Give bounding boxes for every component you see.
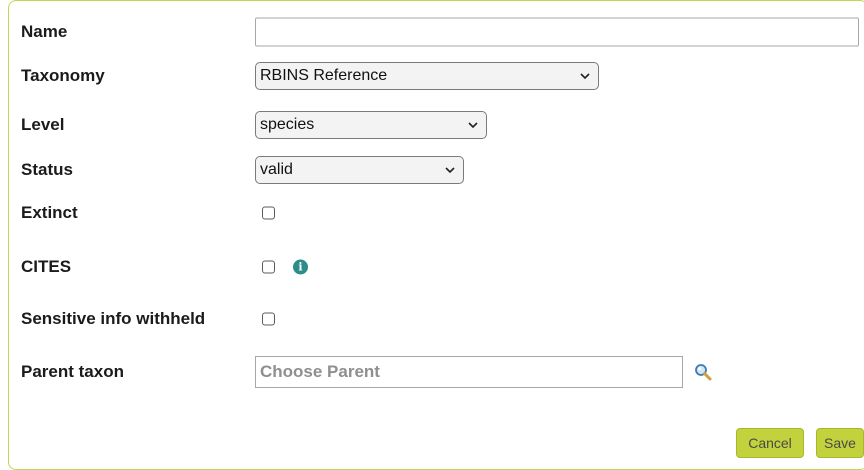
parent-taxon-label: Parent taxon <box>21 362 124 381</box>
magnifier-icon[interactable] <box>694 363 712 381</box>
row-level: Level species <box>0 108 864 142</box>
taxonomy-label: Taxonomy <box>21 66 105 85</box>
name-field-wrap <box>255 17 859 47</box>
chevron-down-icon <box>445 167 455 174</box>
name-label: Name <box>21 22 68 41</box>
status-selected-value: valid <box>260 161 293 178</box>
taxonomy-field-wrap: RBINS Reference <box>255 62 599 90</box>
row-status: Status valid <box>0 153 864 187</box>
cites-checkbox[interactable] <box>262 260 275 274</box>
row-extinct: Extinct <box>0 196 864 230</box>
cites-label: CITES <box>21 257 72 276</box>
save-button[interactable]: Save <box>816 428 864 458</box>
name-input[interactable] <box>255 17 859 47</box>
extinct-label: Extinct <box>21 203 78 222</box>
parent-taxon-placeholder: Choose Parent <box>260 362 380 381</box>
cancel-button[interactable]: Cancel <box>736 428 804 458</box>
extinct-checkbox[interactable] <box>262 206 275 220</box>
chevron-down-icon <box>580 73 590 80</box>
level-selected-value: species <box>260 116 315 133</box>
level-field-wrap: species <box>255 111 487 139</box>
taxonomy-select[interactable]: RBINS Reference <box>255 62 599 90</box>
row-cites: CITES i <box>0 250 864 284</box>
parent-taxon-input[interactable]: Choose Parent <box>255 356 683 388</box>
status-field-wrap: valid <box>255 156 464 184</box>
chevron-down-icon <box>468 122 478 129</box>
sensitive-checkbox[interactable] <box>262 312 275 326</box>
parent-taxon-field-wrap: Choose Parent <box>255 356 683 388</box>
row-parent-taxon: Parent taxon Choose Parent <box>0 355 864 389</box>
level-select[interactable]: species <box>255 111 487 139</box>
status-label: Status <box>21 160 73 179</box>
info-icon[interactable]: i <box>293 259 308 275</box>
status-select[interactable]: valid <box>255 156 464 184</box>
row-name: Name <box>0 15 864 49</box>
row-taxonomy: Taxonomy RBINS Reference <box>0 59 864 93</box>
sensitive-label: Sensitive info withheld <box>21 309 206 328</box>
row-sensitive: Sensitive info withheld <box>0 302 864 336</box>
taxonomy-selected-value: RBINS Reference <box>260 67 388 84</box>
level-label: Level <box>21 115 65 134</box>
